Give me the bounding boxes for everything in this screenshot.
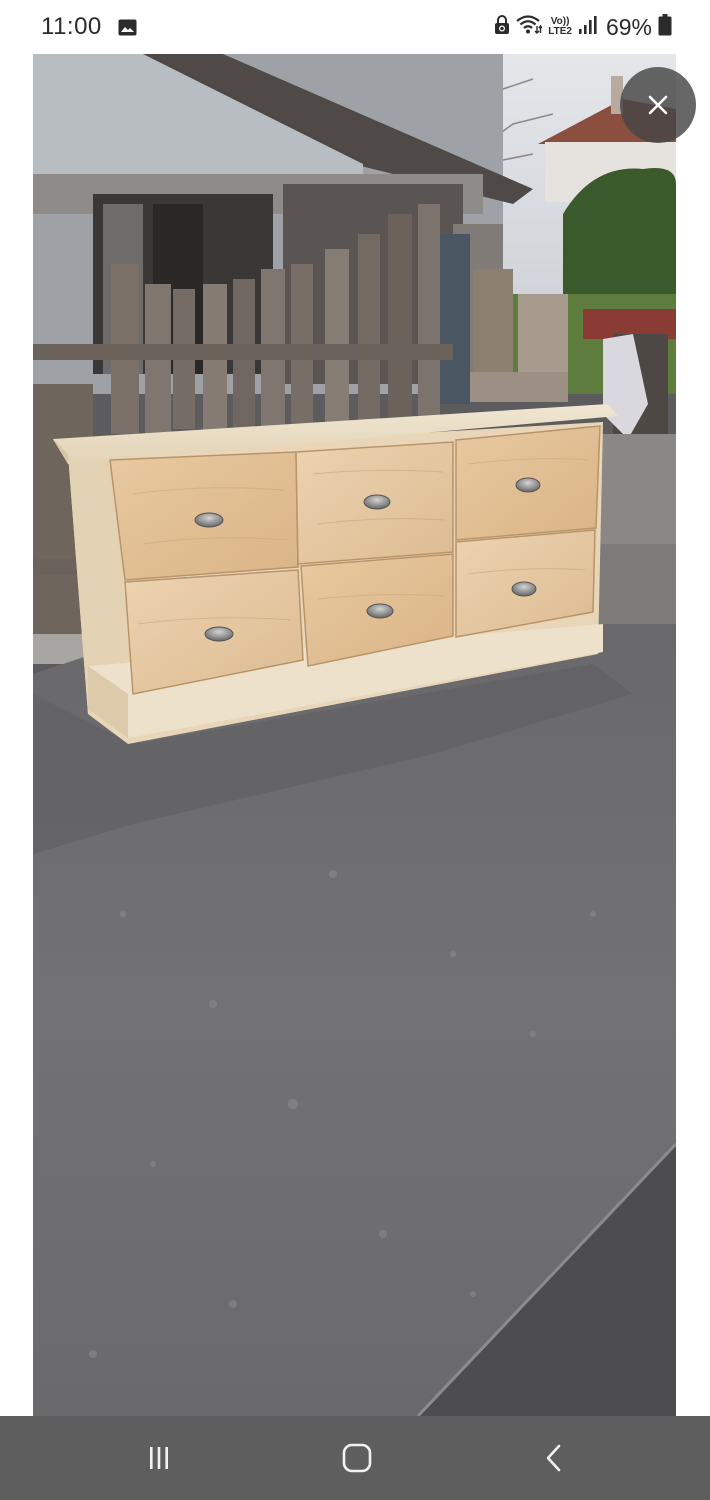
- status-left: 11:00: [41, 13, 137, 41]
- recents-icon: [150, 1447, 168, 1469]
- back-icon: [546, 1444, 561, 1472]
- photo-viewer[interactable]: [33, 54, 676, 1416]
- network-type-label: Vo)) LTE2: [548, 17, 572, 37]
- home-icon: [342, 1443, 372, 1473]
- drawer-handle: [511, 581, 537, 597]
- navigation-bar: [0, 1416, 710, 1500]
- lte-label: LTE2: [548, 26, 572, 37]
- drawer-handle: [366, 603, 394, 619]
- drawer-handle: [204, 626, 234, 642]
- sync-lock-icon: [494, 14, 510, 40]
- gallery-icon: [118, 19, 137, 36]
- drawer-handle: [515, 477, 541, 493]
- drawer-handle: [194, 512, 224, 528]
- status-time: 11:00: [41, 13, 102, 40]
- close-button[interactable]: [620, 67, 696, 143]
- home-button[interactable]: [332, 1436, 382, 1480]
- drawer-handle: [363, 494, 391, 510]
- signal-icon: [578, 15, 598, 40]
- recents-button[interactable]: [134, 1436, 184, 1480]
- photo-image[interactable]: [33, 54, 676, 1416]
- wifi-icon: [516, 14, 543, 40]
- back-button[interactable]: [530, 1436, 580, 1480]
- battery-icon: [658, 13, 672, 41]
- battery-percent: 69%: [605, 13, 652, 40]
- close-icon: [648, 95, 668, 115]
- status-right: Vo)) LTE2 69%: [488, 13, 672, 41]
- status-bar: 11:00 Vo)) LTE2 69%: [0, 0, 710, 54]
